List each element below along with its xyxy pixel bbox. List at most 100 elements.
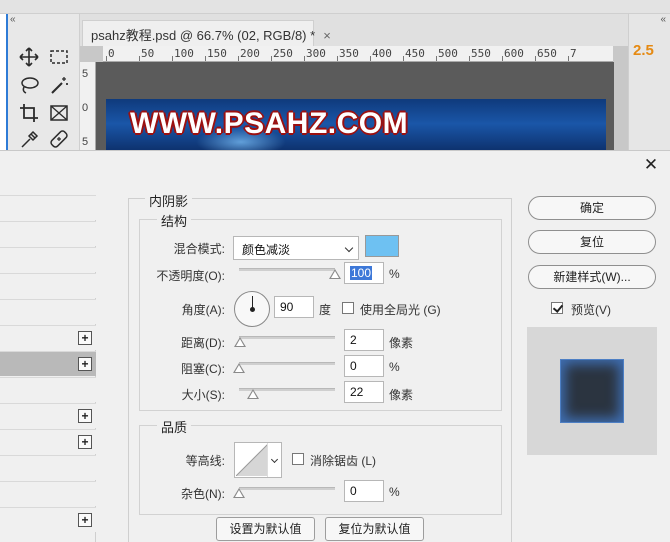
angle-dial[interactable] bbox=[234, 291, 270, 327]
style-list-item[interactable]: + bbox=[0, 429, 96, 454]
ruler-tick-label: 7 bbox=[570, 47, 577, 60]
style-list-item[interactable] bbox=[0, 481, 96, 506]
lasso-tool-icon[interactable] bbox=[18, 74, 44, 98]
opacity-value: 100 bbox=[350, 266, 373, 280]
distance-label: 距离(D): bbox=[181, 336, 225, 350]
style-list-item[interactable]: + bbox=[0, 325, 96, 350]
canvas-area[interactable]: WWW.PSAHZ.COM bbox=[96, 62, 614, 157]
eyedropper-tool-icon[interactable] bbox=[18, 128, 44, 152]
ruler-tick-mark bbox=[403, 56, 404, 61]
document-tab-title: psahz教程.psd @ 66.7% (02, RGB/8) * bbox=[91, 28, 316, 43]
ruler-tick-mark bbox=[205, 56, 206, 61]
style-list-item[interactable] bbox=[0, 273, 96, 298]
healing-brush-tool-icon[interactable] bbox=[48, 128, 74, 152]
ok-button[interactable]: 确定 bbox=[528, 196, 656, 220]
style-list-item[interactable] bbox=[0, 455, 96, 480]
opacity-slider-handle[interactable] bbox=[329, 269, 341, 279]
ruler-tick-label: 250 bbox=[273, 47, 293, 60]
new-style-button[interactable]: 新建样式(W)... bbox=[528, 265, 656, 289]
style-list-item[interactable]: + bbox=[0, 507, 96, 532]
noise-slider[interactable] bbox=[233, 484, 335, 498]
contour-curve-icon bbox=[236, 444, 268, 476]
add-effect-icon[interactable]: + bbox=[78, 357, 92, 371]
add-effect-icon[interactable]: + bbox=[78, 513, 92, 527]
opacity-slider[interactable] bbox=[239, 265, 341, 279]
ruler-tick-label: 350 bbox=[339, 47, 359, 60]
canvas-image: WWW.PSAHZ.COM bbox=[106, 99, 606, 157]
style-list: + + + + + bbox=[0, 195, 96, 542]
vertical-ruler: 5 0 5 bbox=[80, 62, 96, 154]
choke-slider-handle[interactable] bbox=[233, 363, 245, 373]
horizontal-ruler: 0 50 100 150 200 250 300 350 400 450 500 550 600 650 7 bbox=[103, 46, 613, 62]
opacity-field[interactable]: 100 bbox=[344, 262, 384, 284]
size-field[interactable]: 22 bbox=[344, 381, 384, 403]
angle-unit: 度 bbox=[319, 303, 332, 317]
noise-value: 0 bbox=[350, 484, 357, 498]
add-effect-icon[interactable]: + bbox=[78, 435, 92, 449]
anti-alias-checkbox[interactable] bbox=[292, 453, 304, 465]
ruler-tick-mark bbox=[436, 56, 437, 61]
add-effect-icon[interactable]: + bbox=[78, 409, 92, 423]
angle-label: 角度(A): bbox=[181, 303, 225, 317]
ruler-tick-mark bbox=[139, 56, 140, 61]
close-dialog-icon[interactable]: ✕ bbox=[642, 156, 660, 174]
contour-picker[interactable] bbox=[234, 442, 282, 478]
distance-field[interactable]: 2 bbox=[344, 329, 384, 351]
marquee-tool-icon[interactable] bbox=[48, 46, 74, 70]
blend-mode-select[interactable]: 颜色减淡 bbox=[233, 236, 359, 260]
style-list-item[interactable] bbox=[0, 221, 96, 246]
close-tab-icon[interactable]: × bbox=[323, 28, 331, 43]
choke-field[interactable]: 0 bbox=[344, 355, 384, 377]
size-slider[interactable] bbox=[239, 385, 335, 399]
global-light-checkbox[interactable] bbox=[342, 302, 354, 314]
ruler-tick-label: 100 bbox=[174, 47, 194, 60]
ruler-tick-label: 50 bbox=[141, 47, 155, 60]
size-label: 大小(S): bbox=[181, 388, 225, 402]
style-list-item[interactable] bbox=[0, 377, 96, 402]
ruler-tick-mark bbox=[568, 56, 569, 61]
preview-checkbox[interactable] bbox=[551, 302, 563, 314]
noise-field[interactable]: 0 bbox=[344, 480, 384, 502]
style-list-item[interactable]: + bbox=[0, 403, 96, 428]
frame-tool-icon[interactable] bbox=[48, 102, 74, 126]
ruler-tick-label: 500 bbox=[438, 47, 458, 60]
noise-unit: % bbox=[389, 485, 400, 499]
ruler-tick-label: 150 bbox=[207, 47, 227, 60]
ruler-tick-mark bbox=[370, 56, 371, 61]
document-tab[interactable]: psahz教程.psd @ 66.7% (02, RGB/8) * × bbox=[82, 20, 331, 46]
distance-slider-handle[interactable] bbox=[234, 337, 246, 347]
distance-slider[interactable] bbox=[234, 333, 335, 347]
collapse-icon[interactable]: « bbox=[10, 14, 16, 25]
blend-color-swatch[interactable] bbox=[365, 235, 399, 257]
angle-value: 90 bbox=[280, 300, 294, 314]
angle-field[interactable]: 90 bbox=[274, 296, 314, 318]
canvas-text: WWW.PSAHZ.COM bbox=[130, 107, 409, 140]
make-default-button[interactable]: 设置为默认值 bbox=[216, 517, 315, 541]
ruler-tick-label: 5 bbox=[82, 68, 89, 80]
crop-tool-icon[interactable] bbox=[18, 102, 44, 126]
magic-wand-tool-icon[interactable] bbox=[48, 74, 74, 98]
zoom-value: 2.5 bbox=[633, 42, 654, 59]
photoshop-top-bar bbox=[0, 0, 670, 14]
style-list-item[interactable] bbox=[0, 195, 96, 220]
style-list-item[interactable]: + bbox=[0, 351, 96, 376]
preview-swatch bbox=[560, 359, 624, 423]
ruler-tick-label: 600 bbox=[504, 47, 524, 60]
right-panel: « 2.5 bbox=[628, 14, 670, 154]
ruler-tick-label: 0 bbox=[82, 102, 89, 114]
add-effect-icon[interactable]: + bbox=[78, 331, 92, 345]
document-tab-bar: psahz教程.psd @ 66.7% (02, RGB/8) * × bbox=[80, 14, 628, 46]
collapse-icon[interactable]: « bbox=[660, 14, 666, 25]
quality-title: 品质 bbox=[157, 417, 192, 436]
anti-alias-label: 消除锯齿 (L) bbox=[310, 454, 377, 468]
ruler-tick-mark bbox=[172, 56, 173, 61]
noise-slider-handle[interactable] bbox=[233, 488, 245, 498]
style-list-item[interactable] bbox=[0, 247, 96, 272]
style-list-item[interactable] bbox=[0, 299, 96, 324]
choke-slider[interactable] bbox=[233, 359, 335, 373]
move-tool-icon[interactable] bbox=[18, 46, 44, 70]
size-slider-handle[interactable] bbox=[247, 389, 259, 399]
reset-default-button[interactable]: 复位为默认值 bbox=[325, 517, 424, 541]
reset-button[interactable]: 复位 bbox=[528, 230, 656, 254]
size-unit: 像素 bbox=[389, 388, 414, 402]
